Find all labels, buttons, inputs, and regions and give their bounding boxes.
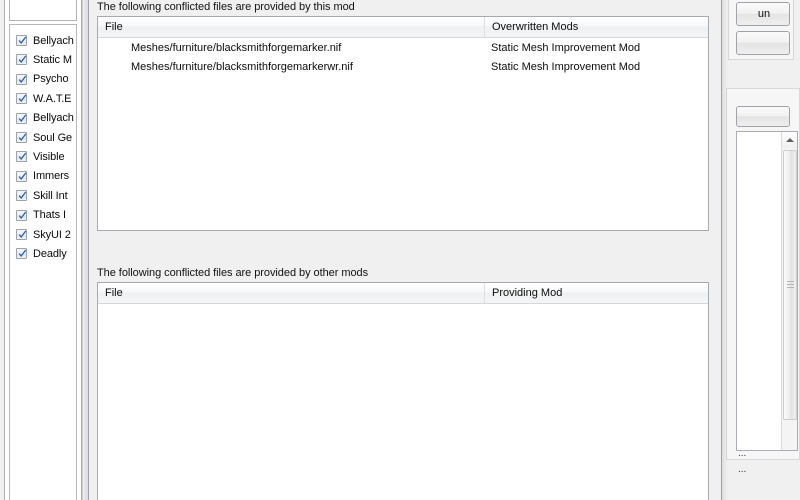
arrow-up-icon <box>786 138 794 142</box>
overwritten-files-rows: Meshes/furniture/blacksmithforgemarker.n… <box>98 38 708 230</box>
mod-enabled-checkbox[interactable] <box>16 248 27 260</box>
mod-list-search-input[interactable] <box>9 0 77 21</box>
mod-list-item-label: Psycho <box>33 73 69 86</box>
mod-enabled-checkbox[interactable] <box>16 93 27 105</box>
providing-files-header: File Providing Mod <box>98 283 708 304</box>
cell-overwritten-mod: Static Mesh Improvement Mod <box>491 60 641 73</box>
mod-enabled-checkbox[interactable] <box>16 229 27 240</box>
mod-list-item[interactable]: Bellyach <box>10 109 76 128</box>
mod-list-item[interactable]: Thats I <box>10 206 76 225</box>
mod-enabled-checkbox[interactable] <box>16 132 27 143</box>
screen-root: Bellyach Static M Psycho W.A.T.E Bellyach Sou… <box>0 0 800 500</box>
mod-list-item-label: Static M <box>33 53 72 66</box>
overwritten-files-header: File Overwritten Mods <box>98 17 708 38</box>
cell-file-path: Meshes/furniture/blacksmithforgemarker.n… <box>131 41 342 54</box>
mod-list-item[interactable]: Soul Ge <box>10 128 76 147</box>
mod-list-item-label: Thats I <box>33 209 66 222</box>
mod-enabled-checkbox[interactable] <box>16 35 27 46</box>
run-button-label: un <box>757 8 771 20</box>
mod-list-item[interactable]: SkyUI 2 <box>10 225 76 244</box>
mod-enabled-checkbox[interactable] <box>16 170 27 182</box>
status-text-line-2: ... <box>738 464 747 475</box>
mod-enabled-checkbox[interactable] <box>16 73 27 85</box>
panel-divider-1 <box>82 0 83 500</box>
mod-list-item-label: Bellyach <box>33 112 74 125</box>
status-text-line-1: ... <box>738 448 747 459</box>
mod-list-item[interactable]: Psycho <box>10 70 76 89</box>
mod-list-item-label: Immers <box>33 170 70 183</box>
plugin-list[interactable] <box>736 131 798 451</box>
column-header-overwritten-mods[interactable]: Overwritten Mods <box>484 17 708 37</box>
mod-list-item[interactable]: W.A.T.E <box>10 89 76 108</box>
scrollbar-thumb[interactable] <box>783 150 797 420</box>
mod-list-item-label: W.A.T.E <box>33 92 72 105</box>
table-row[interactable]: Meshes/furniture/blacksmithforgemarker.n… <box>98 38 708 57</box>
mod-list-item[interactable]: Visible <box>10 147 76 166</box>
providing-files-list[interactable]: File Providing Mod <box>97 282 709 500</box>
conflicts-dialog-content: The following conflicted files are provi… <box>95 0 715 500</box>
conflicts-dialog: The following conflicted files are provi… <box>88 0 722 500</box>
tertiary-button[interactable] <box>736 106 790 127</box>
mod-list-item[interactable]: Bellyach <box>10 31 76 50</box>
mod-list-item-label: Bellyach <box>33 34 74 47</box>
mod-list-item-label: Deadly <box>33 247 67 260</box>
cell-overwritten-mod: Static Mesh Improvement Mod <box>491 41 641 54</box>
mod-list-panel: Bellyach Static M Psycho W.A.T.E Bellyach Sou… <box>0 0 88 500</box>
mod-enabled-checkbox[interactable] <box>16 112 27 124</box>
column-header-file-1[interactable]: File <box>98 17 484 37</box>
mod-list-item[interactable]: Skill Int <box>10 186 76 205</box>
scroll-grip-icon <box>787 281 794 289</box>
run-button[interactable]: un <box>736 2 790 26</box>
background-right-panel: un ... ... <box>718 0 800 500</box>
section-one-label: The following conflicted files are provi… <box>97 1 355 13</box>
mod-list-item-label: SkyUI 2 <box>33 228 71 241</box>
mod-list-item[interactable]: Immers <box>10 167 76 186</box>
table-row[interactable]: Meshes/furniture/blacksmithforgemarkerwr… <box>98 57 708 76</box>
mod-list-item-label: Skill Int <box>33 189 68 202</box>
mod-enabled-checkbox[interactable] <box>16 151 27 163</box>
mod-list-item[interactable]: Static M <box>10 50 76 69</box>
mod-list[interactable]: Bellyach Static M Psycho W.A.T.E Bellyach Sou… <box>9 24 77 500</box>
mod-enabled-checkbox[interactable] <box>16 190 27 202</box>
column-header-providing-mod[interactable]: Providing Mod <box>484 283 708 303</box>
column-header-file-2[interactable]: File <box>98 283 484 303</box>
scroll-up-button[interactable] <box>782 132 797 148</box>
mod-enabled-checkbox[interactable] <box>16 209 27 221</box>
mod-enabled-checkbox[interactable] <box>16 54 27 66</box>
mod-list-item[interactable]: Deadly <box>10 244 76 263</box>
secondary-button[interactable] <box>736 31 790 55</box>
providing-files-rows <box>98 304 708 500</box>
mod-list-item-label: Visible <box>33 150 65 163</box>
panel-divider-2 <box>85 0 86 500</box>
section-two-label: The following conflicted files are provi… <box>97 267 369 279</box>
mod-list-item-label: Soul Ge <box>33 131 73 144</box>
cell-file-path: Meshes/furniture/blacksmithforgemarkerwr… <box>131 60 353 73</box>
overwritten-files-list[interactable]: File Overwritten Mods Meshes/furniture/b… <box>97 16 709 231</box>
plugin-list-scrollbar[interactable] <box>781 132 797 450</box>
